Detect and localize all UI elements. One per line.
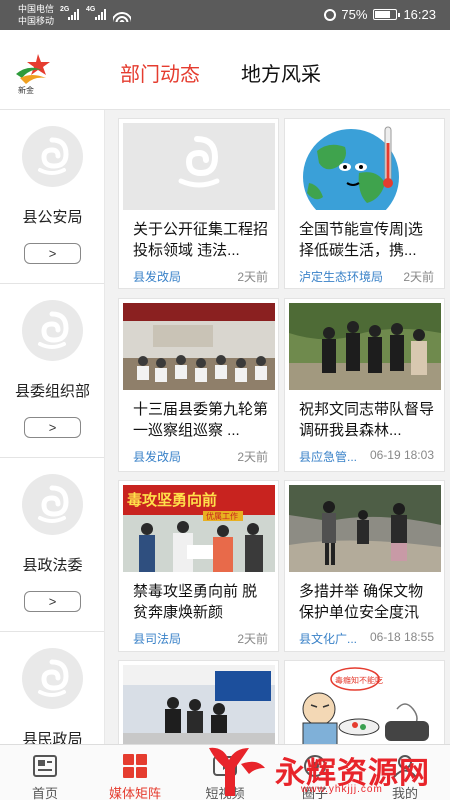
article-title: 关于公开征集工程招投标领域 违法... bbox=[133, 221, 269, 259]
home-icon bbox=[32, 754, 58, 778]
nav-short-video-label: 短视频 bbox=[205, 786, 245, 800]
indoor-photo bbox=[123, 665, 275, 744]
article-card[interactable]: 毒癮知不能吃 bbox=[284, 660, 445, 744]
wifi-icon bbox=[113, 6, 131, 22]
battery-percent: 75% bbox=[341, 7, 368, 22]
antidrug-sub-text: 优属工作 bbox=[206, 511, 238, 521]
article-time: 2天前 bbox=[237, 450, 268, 464]
department-enter-button[interactable]: > bbox=[24, 591, 81, 612]
signal-icon bbox=[95, 9, 109, 20]
battery-icon bbox=[373, 9, 401, 20]
carrier-labels: 中国电信 中国移动 bbox=[18, 3, 54, 27]
article-source[interactable]: 泸定生态环境局 bbox=[299, 268, 383, 285]
article-card[interactable]: 十三届县委第九轮第一巡察组巡察 ... 县发改局 2天前 bbox=[118, 298, 279, 472]
antidrug-banner-text: 毒攻坚勇向前 bbox=[127, 491, 217, 509]
status-right: 75% 16:23 bbox=[324, 7, 436, 22]
article-source[interactable]: 县司法局 bbox=[133, 630, 181, 647]
meeting-photo bbox=[123, 303, 275, 390]
nav-mine-label: 我的 bbox=[391, 786, 418, 800]
signal-icon bbox=[68, 9, 82, 20]
department-item[interactable]: 县委组织部 > bbox=[0, 284, 104, 458]
circle-icon bbox=[302, 754, 328, 778]
user-icon bbox=[392, 754, 418, 778]
department-item[interactable]: 县政法委 > bbox=[0, 458, 104, 632]
riverbank-photo bbox=[289, 485, 441, 572]
article-card[interactable]: 关于公开征集工程招投标领域 违法... 县发改局 2天前 bbox=[118, 118, 279, 289]
nav-circle[interactable]: 圈子 bbox=[270, 745, 360, 800]
clock: 16:23 bbox=[403, 7, 436, 22]
article-card[interactable]: 毒攻坚勇向前 优属工作 禁毒攻坚勇向前 脱贫奔康焕新颜 县司法局 2天前 bbox=[118, 480, 279, 652]
placeholder-thumbnail bbox=[123, 123, 275, 210]
article-title: 十三届县委第九轮第一巡察组巡察 ... bbox=[133, 401, 269, 439]
tab-local-style[interactable]: 地方风采 bbox=[241, 62, 321, 88]
video-icon bbox=[212, 754, 238, 778]
article-card[interactable] bbox=[118, 660, 279, 744]
tab-department-news[interactable]: 部门动态 bbox=[120, 62, 200, 88]
department-name: 县民政局 bbox=[22, 731, 83, 744]
article-title: 全国节能宣传周|选择低碳生活，携... bbox=[299, 221, 423, 259]
nav-mine[interactable]: 我的 bbox=[360, 745, 450, 800]
network-type-2: 4G bbox=[86, 6, 96, 13]
grid-icon bbox=[122, 754, 148, 778]
article-grid[interactable]: 关于公开征集工程招投标领域 违法... 县发改局 2天前 全国节能宣传周|选择低… bbox=[113, 110, 450, 744]
header: 新金 部门动态 地方风采 bbox=[0, 30, 450, 110]
article-card[interactable]: 全国节能宣传周|选择低碳生活，携... 泸定生态环境局 2天前 bbox=[284, 118, 445, 289]
alarm-icon bbox=[324, 8, 337, 21]
nav-media-matrix-label: 媒体矩阵 bbox=[108, 786, 161, 800]
department-avatar bbox=[22, 648, 83, 709]
department-avatar bbox=[22, 474, 83, 535]
article-time: 2天前 bbox=[403, 270, 434, 284]
cartoon-bubble-text: 毒癮知不能吃 bbox=[335, 675, 383, 685]
status-bar: 中国电信 中国移动 2G 4G 75% 16:23 bbox=[0, 0, 450, 30]
article-time: 2天前 bbox=[237, 270, 268, 284]
department-avatar bbox=[22, 126, 83, 187]
article-source[interactable]: 县应急管... bbox=[299, 448, 357, 465]
app-logo: 新金 bbox=[12, 52, 60, 96]
article-source[interactable]: 县文化广... bbox=[299, 630, 357, 647]
department-name: 县政法委 bbox=[22, 557, 83, 574]
svg-text:新金: 新金 bbox=[18, 85, 34, 95]
article-title: 祝邦文同志带队督导调研我县森林... bbox=[299, 401, 435, 439]
department-name: 县委组织部 bbox=[14, 383, 90, 400]
nav-home-label: 首页 bbox=[31, 786, 58, 800]
nav-media-matrix[interactable]: 媒体矩阵 bbox=[90, 745, 180, 800]
article-time: 2天前 bbox=[237, 632, 268, 646]
nav-circle-label: 圈子 bbox=[301, 786, 328, 800]
article-source[interactable]: 县发改局 bbox=[133, 268, 181, 285]
article-title: 多措并举 确保文物保护单位安全度汛 bbox=[299, 583, 424, 621]
department-item[interactable]: 县公安局 > bbox=[0, 110, 104, 284]
hot-earth-thumbnail bbox=[289, 123, 441, 210]
department-list[interactable]: 县公安局 > 县委组织部 > 县政法委 > 县民政局 bbox=[0, 110, 105, 744]
outdoor-group-photo bbox=[289, 303, 441, 390]
article-card[interactable]: 多措并举 确保文物保护单位安全度汛 县文化广... 06-18 18:55 bbox=[284, 480, 445, 652]
carrier-1: 中国电信 bbox=[18, 4, 55, 14]
article-title: 禁毒攻坚勇向前 脱贫奔康焕新颜 bbox=[133, 583, 258, 621]
department-name: 县公安局 bbox=[22, 209, 83, 226]
bottom-nav: 首页 媒体矩阵 短视频 圈子 我的 bbox=[0, 744, 450, 800]
article-time: 06-18 18:55 bbox=[369, 630, 434, 644]
article-time: 06-19 18:03 bbox=[369, 448, 434, 462]
department-item[interactable]: 县民政局 bbox=[0, 632, 104, 744]
nav-home[interactable]: 首页 bbox=[0, 745, 90, 800]
article-card[interactable]: 祝邦文同志带队督导调研我县森林... 县应急管... 06-19 18:03 bbox=[284, 298, 445, 472]
nav-short-video[interactable]: 短视频 bbox=[180, 745, 270, 800]
department-enter-button[interactable]: > bbox=[24, 417, 81, 438]
department-enter-button[interactable]: > bbox=[24, 243, 81, 264]
carrier-2: 中国移动 bbox=[18, 16, 55, 26]
department-avatar bbox=[22, 300, 83, 361]
article-source[interactable]: 县发改局 bbox=[133, 448, 181, 465]
cartoon-thumbnail: 毒癮知不能吃 bbox=[289, 665, 441, 744]
antidrug-photo: 毒攻坚勇向前 优属工作 bbox=[123, 485, 275, 572]
